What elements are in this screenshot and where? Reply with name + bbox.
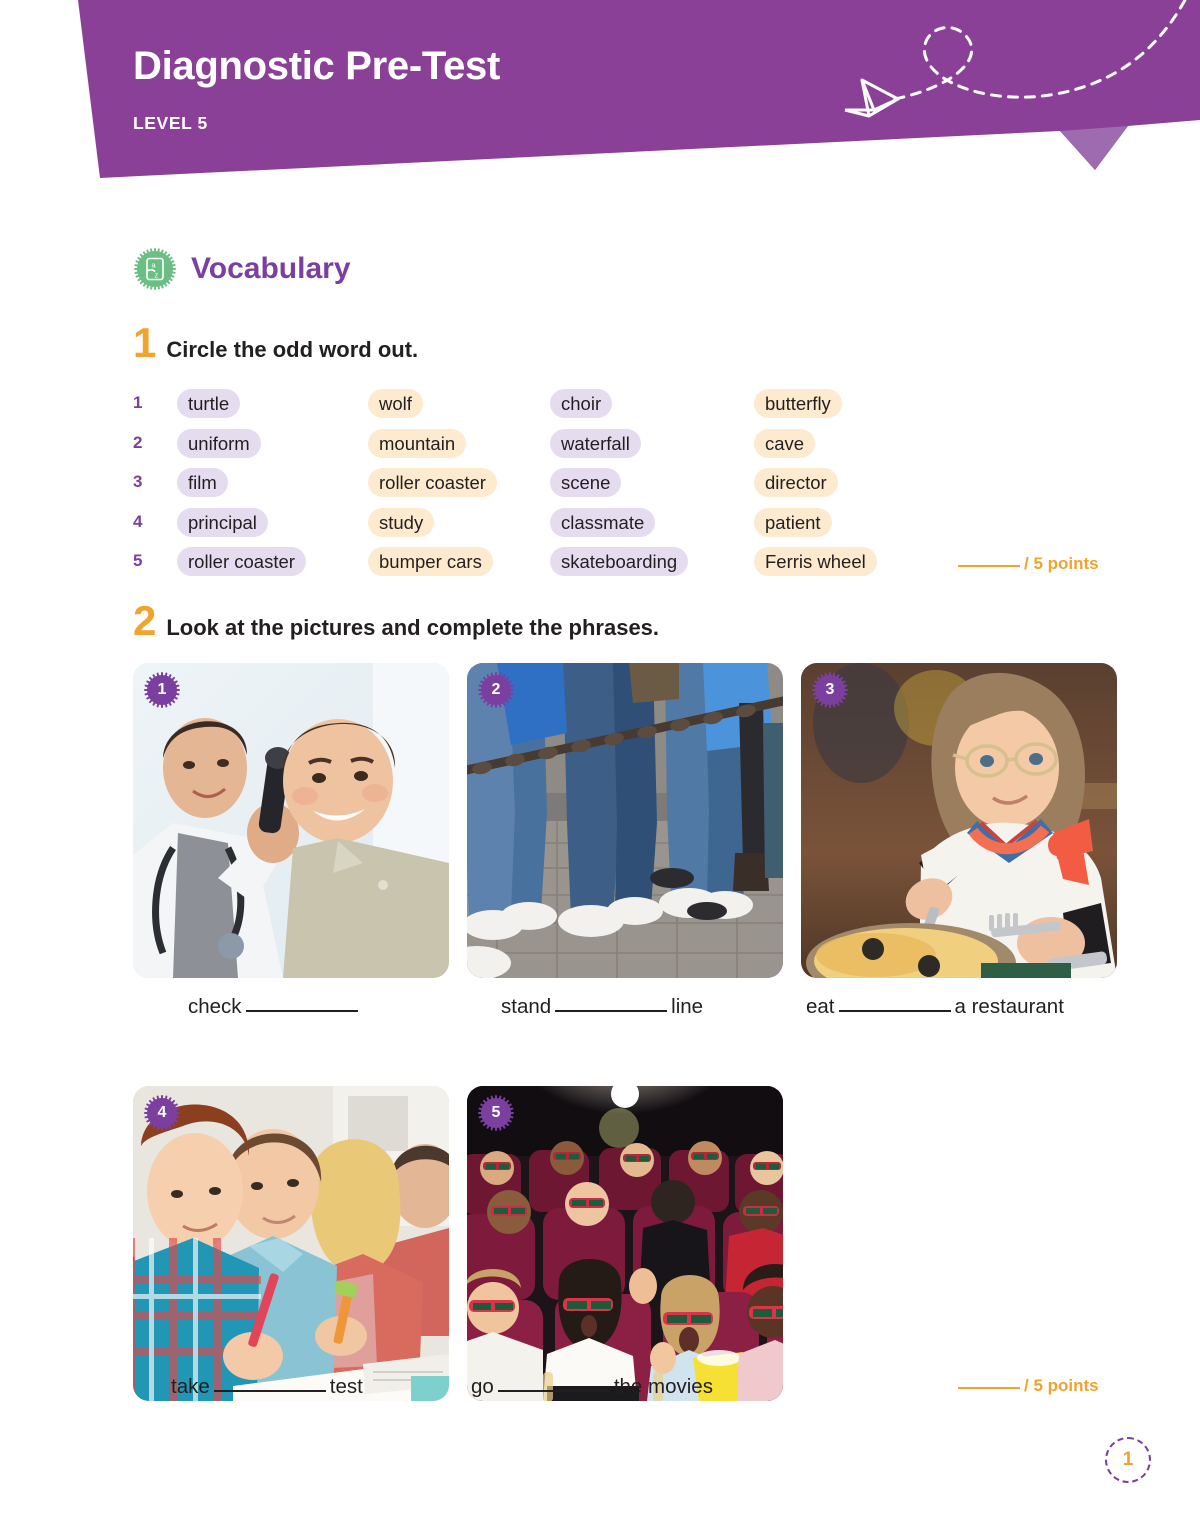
word-option[interactable]: uniform [177,428,261,458]
points-label: / 5 points [1024,1376,1099,1395]
word-row-number: 5 [133,551,143,570]
svg-text:z: z [155,271,159,280]
page-title: Diagnostic Pre-Test [133,44,500,88]
level-label: LEVEL 5 [133,113,208,133]
caption-3: eat a restaurant [806,995,1064,1019]
points-blank[interactable] [958,565,1020,567]
picture-badge-number: 4 [157,1104,167,1121]
caption-blank[interactable] [497,1390,610,1392]
caption-5: go the movies [471,1375,713,1399]
picture-cell-1: 1 [133,663,449,978]
word-option[interactable]: study [368,507,435,537]
picture-cell-5: 5 [467,1086,783,1401]
caption-after: the movies [613,1375,713,1398]
word-row-number: 4 [133,511,143,531]
word-row: 4 principal study classmate patient [133,507,1133,548]
exercise-1-instruction: Circle the odd word out. [166,337,419,362]
exercise-2-number: 2 [133,597,157,644]
word-option[interactable]: bumper cars [368,547,493,576]
picture-badge-2: 2 [477,671,515,709]
caption-blank[interactable] [245,1010,358,1012]
caption-before: go [471,1375,494,1398]
vocabulary-dictionary-badge-icon: a z [134,248,176,290]
exercise-1-number: 1 [133,319,157,366]
word-row: 2 uniform mountain waterfall cave [133,428,1133,469]
picture-cell-4: 4 [133,1086,449,1401]
caption-before: check [188,995,242,1018]
caption-blank[interactable] [555,1010,668,1012]
word-option[interactable]: Ferris wheel [754,547,877,576]
caption-after: a restaurant [954,995,1064,1018]
picture-cell-2: 2 [467,663,783,978]
word-option[interactable]: principal [177,507,268,537]
word-option[interactable]: patient [754,507,832,537]
word-option[interactable]: director [754,468,838,497]
picture-badge-5: 5 [477,1094,515,1132]
photo-cinema-audience-3d-glasses: 5 [467,1086,783,1401]
word-option[interactable]: choir [550,389,613,418]
word-option[interactable]: scene [550,468,622,497]
caption-before: take [171,1375,210,1398]
caption-after: test [329,1375,363,1398]
picture-badge-number: 2 [491,681,501,698]
word-option[interactable]: roller coaster [368,468,497,497]
caption-blank[interactable] [838,1010,951,1012]
section-title: Vocabulary [191,252,351,285]
word-option[interactable]: wolf [368,389,423,418]
points-label: / 5 points [1024,554,1099,573]
picture-badge-number: 3 [825,681,835,698]
word-row-number: 2 [133,432,143,452]
word-option[interactable]: film [177,468,228,497]
picture-badge-3: 3 [811,671,849,709]
exercise-2-points: / 5 points [958,1376,1099,1396]
word-row: 1 turtle wolf choir butterfly [133,389,1133,429]
picture-badge-number: 5 [491,1104,501,1121]
exercise-1-heading: 1 Circle the odd word out. [133,322,418,364]
word-option[interactable]: skateboarding [550,547,689,576]
exercise-2-instruction: Look at the pictures and complete the ph… [166,615,660,640]
word-option[interactable]: butterfly [754,389,842,418]
word-option[interactable]: mountain [368,428,467,458]
picture-badge-4: 4 [143,1094,181,1132]
photo-girl-eating-at-restaurant: 3 [801,663,1117,978]
word-option[interactable]: cave [754,428,816,458]
caption-2: stand line [501,995,703,1019]
caption-before: eat [806,995,835,1018]
photo-doctor-examining-boy: 1 [133,663,449,978]
word-option[interactable]: roller coaster [177,547,306,576]
header-banner-shape [78,0,1200,178]
caption-1: check [188,995,362,1019]
word-row: 3 film roller coaster scene director [133,468,1133,508]
picture-badge-number: 1 [157,681,167,698]
photo-students-taking-test: 4 [133,1086,449,1401]
vocabulary-section-header: a z Vocabulary [133,247,351,291]
exercise-2-heading: 2 Look at the pictures and complete the … [133,600,659,642]
caption-after: line [671,995,704,1018]
word-row-number: 3 [133,472,143,491]
caption-before: stand [501,995,552,1018]
picture-cell-3: 3 [801,663,1117,978]
picture-badge-1: 1 [143,671,181,709]
word-row-number: 1 [133,393,143,412]
page-number: 1 [1105,1437,1151,1483]
word-option[interactable]: waterfall [550,428,641,458]
page-header: Diagnostic Pre-Test LEVEL 5 [0,0,1200,190]
word-option[interactable]: classmate [550,507,656,537]
photo-people-in-queue: 2 [467,663,783,978]
word-option[interactable]: turtle [177,389,241,418]
exercise-1-points: / 5 points [958,554,1099,574]
caption-4: take test [171,1375,363,1399]
caption-blank[interactable] [213,1390,326,1392]
points-blank[interactable] [958,1387,1020,1389]
